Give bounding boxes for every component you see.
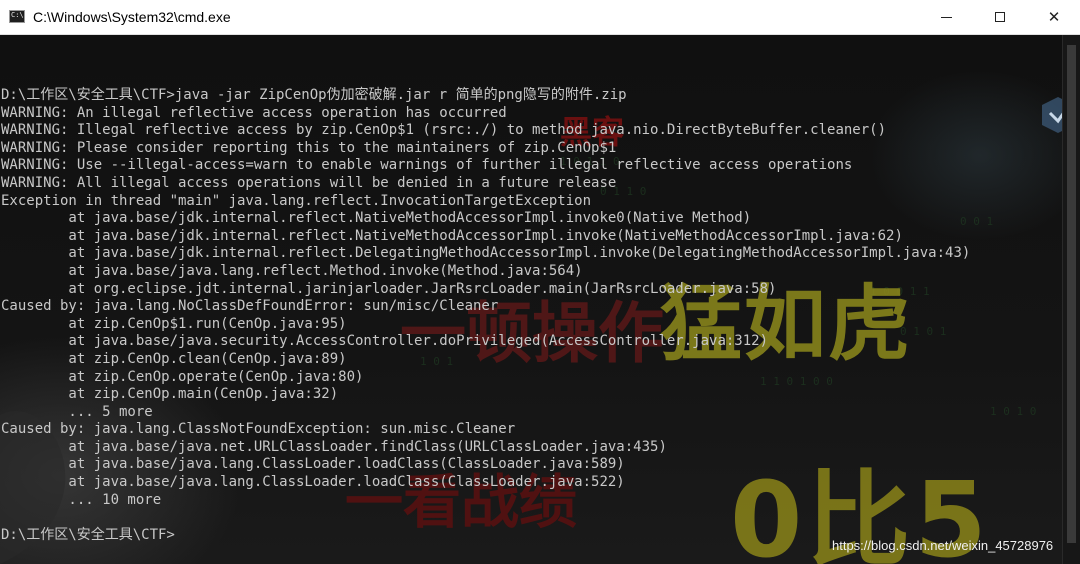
console-line: WARNING: Illegal reflective access by zi… <box>1 122 887 139</box>
cmd-icon: C:\ <box>9 10 25 23</box>
title-bar[interactable]: C:\ C:\Windows\System32\cmd.exe ✕ <box>0 0 1080 35</box>
shield-logo-icon <box>1042 97 1062 133</box>
console-line: Exception in thread "main" java.lang.ref… <box>1 192 592 209</box>
console-line: D:\工作区\安全工具\CTF> <box>1 526 175 543</box>
console-line: at java.base/java.lang.reflect.Method.in… <box>1 262 583 279</box>
console-line: at java.base/jdk.internal.reflect.Delega… <box>1 245 971 262</box>
console-line: WARNING: Use --illegal-access=warn to en… <box>1 157 853 174</box>
console-line: ... 5 more <box>1 403 153 420</box>
console-line: at zip.CenOp.operate(CenOp.java:80) <box>1 368 364 385</box>
console-line: D:\工作区\安全工具\CTF>java -jar ZipCenOp伪加密破解.… <box>1 87 627 103</box>
console-line: at zip.CenOp$1.run(CenOp.java:95) <box>1 315 347 332</box>
vertical-scrollbar[interactable] <box>1062 35 1080 564</box>
console-line: at java.base/jdk.internal.reflect.Native… <box>1 210 752 227</box>
close-button[interactable]: ✕ <box>1028 0 1080 34</box>
watermark-url: https://blog.csdn.net/weixin_45728976 <box>832 538 1054 553</box>
minimize-button[interactable] <box>920 0 972 34</box>
console-line: ... 10 more <box>1 491 162 508</box>
cmd-icon-label: C:\ <box>11 11 24 19</box>
console-line: Caused by: java.lang.NoClassDefFoundErro… <box>1 298 499 315</box>
scrollbar-thumb[interactable] <box>1067 45 1076 543</box>
console-line: Caused by: java.lang.ClassNotFoundExcept… <box>1 421 516 438</box>
console-line: WARNING: All illegal access operations w… <box>1 174 617 191</box>
console-line: WARNING: Please consider reporting this … <box>1 139 617 156</box>
console-line: at java.base/java.lang.ClassLoader.loadC… <box>1 474 625 491</box>
minimize-icon <box>940 16 952 18</box>
maximize-button[interactable] <box>974 0 1026 34</box>
console-line: at java.base/java.net.URLClassLoader.fin… <box>1 438 667 455</box>
window-title: C:\Windows\System32\cmd.exe <box>33 9 231 25</box>
console-output: D:\工作区\安全工具\CTF>java -jar ZipCenOp伪加密破解.… <box>1 87 970 544</box>
console-area[interactable]: 1 0 1 1 00 1 1 0 1 0 0 1 10 1 0 1 1 1 0 … <box>0 35 1062 564</box>
console-line: at zip.CenOp.main(CenOp.java:32) <box>1 386 339 403</box>
console-line: at java.base/jdk.internal.reflect.Native… <box>1 227 903 244</box>
console-line: WARNING: An illegal reflective access op… <box>1 104 507 121</box>
close-icon: ✕ <box>1047 8 1061 26</box>
console-line: at org.eclipse.jdt.internal.jarinjarload… <box>1 280 777 297</box>
maximize-icon <box>995 12 1005 22</box>
console-line: at zip.CenOp.clean(CenOp.java:89) <box>1 350 347 367</box>
console-line: at java.base/java.security.AccessControl… <box>1 333 769 350</box>
console-line: at java.base/java.lang.ClassLoader.loadC… <box>1 456 625 473</box>
svg-text:1 0 1 0: 1 0 1 0 <box>990 405 1036 418</box>
